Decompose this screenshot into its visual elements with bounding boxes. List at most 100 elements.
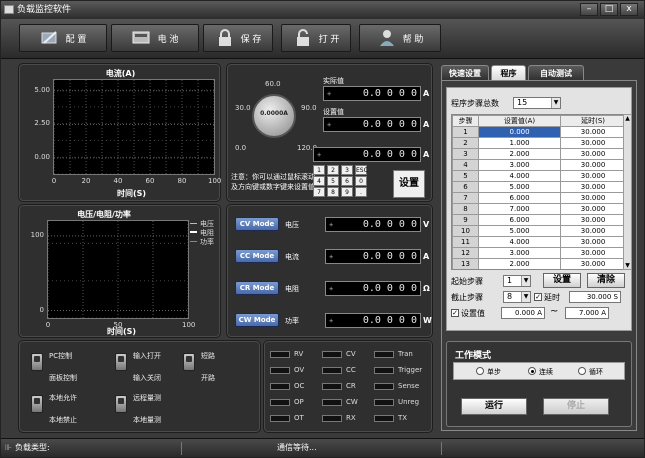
row-setvalue[interactable]: 3.000 bbox=[477, 159, 562, 171]
mode-button-2[interactable]: CR Mode bbox=[235, 281, 279, 295]
mode-loop-radio[interactable] bbox=[578, 367, 586, 375]
keypad-key[interactable]: 9 bbox=[341, 187, 353, 197]
row-delay[interactable]: 30.000 bbox=[560, 181, 626, 193]
table-row[interactable]: 2 1.000 30.000 bbox=[452, 137, 626, 149]
minimize-button[interactable]: – bbox=[580, 3, 598, 16]
row-setvalue[interactable]: 4.000 bbox=[477, 236, 562, 248]
row-setvalue[interactable]: 1.000 bbox=[477, 137, 562, 149]
keypad-set-button[interactable]: 设置 bbox=[393, 170, 425, 198]
mode-continuous-label: 连续 bbox=[539, 368, 553, 376]
switch-toggle-1[interactable] bbox=[115, 353, 127, 371]
row-delay[interactable]: 30.000 bbox=[560, 126, 626, 138]
row-delay[interactable]: 30.000 bbox=[560, 170, 626, 182]
close-button[interactable]: x bbox=[620, 3, 638, 16]
keypad-key[interactable]: . bbox=[355, 187, 367, 197]
row-setvalue[interactable]: 5.000 bbox=[477, 181, 562, 193]
col-step: 步骤 bbox=[452, 115, 479, 127]
keypad-key[interactable]: 2 bbox=[327, 165, 339, 175]
row-delay[interactable]: 30.000 bbox=[560, 148, 626, 160]
row-delay[interactable]: 30.000 bbox=[560, 247, 626, 259]
keypad-key[interactable]: 1 bbox=[313, 165, 325, 175]
stop-button[interactable]: 停止 bbox=[543, 398, 609, 415]
mode-continuous-radio[interactable] bbox=[528, 367, 536, 375]
row-setvalue[interactable]: 0.000 bbox=[477, 126, 562, 138]
app-icon bbox=[4, 5, 14, 14]
entry-display[interactable]: +0.0 0 0 0 bbox=[313, 147, 421, 162]
row-setvalue[interactable]: 2.000 bbox=[477, 258, 562, 269]
table-row[interactable]: 9 6.000 30.000 bbox=[452, 214, 626, 226]
row-delay[interactable]: 30.000 bbox=[560, 258, 626, 269]
row-delay[interactable]: 30.000 bbox=[560, 137, 626, 149]
save-button[interactable]: 保 存 bbox=[203, 24, 273, 52]
row-setvalue[interactable]: 2.000 bbox=[477, 148, 562, 160]
battery-button[interactable]: 电 池 bbox=[111, 24, 199, 52]
steps-scrollbar[interactable]: ▲ ▼ bbox=[623, 114, 632, 270]
unlock-icon bbox=[296, 29, 309, 46]
dial-tick-30: 30.0 bbox=[235, 104, 251, 112]
keypad-key[interactable]: 4 bbox=[313, 176, 325, 186]
config-button[interactable]: 配 置 bbox=[19, 24, 107, 52]
table-row[interactable]: 13 2.000 30.000 bbox=[452, 258, 626, 269]
keypad-key[interactable]: 5 bbox=[327, 176, 339, 186]
table-row[interactable]: 3 2.000 30.000 bbox=[452, 148, 626, 160]
setvalue-from-input[interactable]: 0.000 A bbox=[501, 307, 545, 319]
row-setvalue[interactable]: 5.000 bbox=[477, 225, 562, 237]
row-setvalue[interactable]: 7.000 bbox=[477, 203, 562, 215]
current-dial[interactable]: 0.0000A bbox=[252, 94, 296, 138]
switch-toggle-0[interactable] bbox=[31, 353, 43, 371]
setvalue-checkbox[interactable]: ✓ bbox=[451, 309, 459, 317]
row-delay[interactable]: 30.000 bbox=[560, 214, 626, 226]
keypad-key[interactable]: 6 bbox=[341, 176, 353, 186]
row-setvalue[interactable]: 4.000 bbox=[477, 170, 562, 182]
tab-auto-test[interactable]: 自动测试 bbox=[528, 65, 584, 81]
table-row[interactable]: 7 6.000 30.000 bbox=[452, 192, 626, 204]
keypad-key[interactable]: 7 bbox=[313, 187, 325, 197]
setvalue-label: 设置值 bbox=[461, 309, 485, 318]
help-button[interactable]: 帮 助 bbox=[359, 24, 441, 52]
switch-toggle-4[interactable] bbox=[115, 395, 127, 413]
keypad-key[interactable]: ESC bbox=[355, 165, 368, 175]
maximize-button[interactable]: □ bbox=[600, 3, 618, 16]
table-row[interactable]: 12 3.000 30.000 bbox=[452, 247, 626, 259]
table-row[interactable]: 5 4.000 30.000 bbox=[452, 170, 626, 182]
row-delay[interactable]: 30.000 bbox=[560, 192, 626, 204]
table-row[interactable]: 6 5.000 30.000 bbox=[452, 181, 626, 193]
row-step: 9 bbox=[452, 214, 479, 226]
keypad-key[interactable]: 3 bbox=[341, 165, 353, 175]
mode-button-0[interactable]: CV Mode bbox=[235, 217, 279, 231]
keypad-key[interactable]: 0 bbox=[355, 176, 367, 186]
x-tick-label: 80 bbox=[177, 177, 187, 185]
mode-button-1[interactable]: CC Mode bbox=[235, 249, 279, 263]
row-delay[interactable]: 30.000 bbox=[560, 225, 626, 237]
delay-input[interactable]: 30.000 S bbox=[569, 291, 621, 303]
program-set-button[interactable]: 设置 bbox=[543, 273, 581, 288]
mode-single-radio[interactable] bbox=[476, 367, 484, 375]
program-clear-button[interactable]: 清除 bbox=[587, 273, 625, 288]
table-row[interactable]: 10 5.000 30.000 bbox=[452, 225, 626, 237]
table-row[interactable]: 4 3.000 30.000 bbox=[452, 159, 626, 171]
scroll-down-icon[interactable]: ▼ bbox=[624, 262, 631, 269]
end-step-select[interactable]: 8 ▼ bbox=[503, 291, 531, 303]
row-delay[interactable]: 30.000 bbox=[560, 159, 626, 171]
setvalue-to-input[interactable]: 7.000 A bbox=[565, 307, 609, 319]
tab-program[interactable]: 程序 bbox=[491, 65, 526, 81]
table-row[interactable]: 11 4.000 30.000 bbox=[452, 236, 626, 248]
table-row[interactable]: 1 0.000 30.000 bbox=[452, 126, 626, 138]
tab-quick-setup[interactable]: 快速设置 bbox=[441, 65, 489, 81]
delay-checkbox[interactable]: ✓ bbox=[534, 293, 542, 301]
row-delay[interactable]: 30.000 bbox=[560, 203, 626, 215]
row-setvalue[interactable]: 3.000 bbox=[477, 247, 562, 259]
open-button[interactable]: 打 开 bbox=[281, 24, 351, 52]
row-setvalue[interactable]: 6.000 bbox=[477, 192, 562, 204]
switch-toggle-3[interactable] bbox=[31, 395, 43, 413]
total-steps-select[interactable]: 15 ▼ bbox=[513, 97, 561, 109]
mode-button-3[interactable]: CW Mode bbox=[235, 313, 279, 327]
row-setvalue[interactable]: 6.000 bbox=[477, 214, 562, 226]
run-button[interactable]: 运行 bbox=[461, 398, 527, 415]
start-step-select[interactable]: 1 ▼ bbox=[503, 275, 531, 287]
keypad-key[interactable]: 8 bbox=[327, 187, 339, 197]
switch-toggle-2[interactable] bbox=[183, 353, 195, 371]
row-delay[interactable]: 30.000 bbox=[560, 236, 626, 248]
table-row[interactable]: 8 7.000 30.000 bbox=[452, 203, 626, 215]
scroll-up-icon[interactable]: ▲ bbox=[624, 115, 631, 122]
